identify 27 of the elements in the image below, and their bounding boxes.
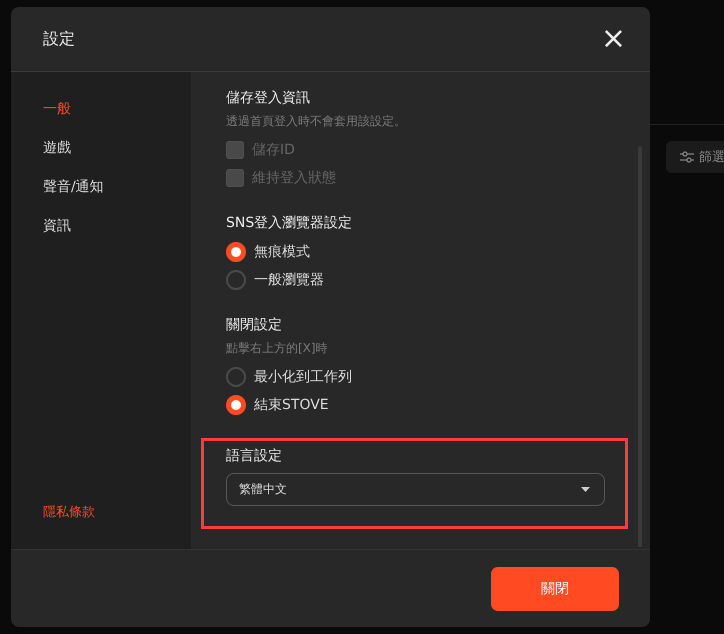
sidebar-item[interactable]: 一般	[43, 92, 191, 126]
privacy-link[interactable]: 隱私條款	[43, 503, 191, 521]
section-title: 儲存登入資訊	[226, 89, 311, 107]
section-note: 點擊右上方的[X]時	[226, 340, 329, 357]
section-note: 透過首頁登入時不會套用該設定。	[226, 113, 407, 130]
sliders-icon	[680, 151, 694, 163]
language-dropdown[interactable]: 繁體中文	[226, 473, 605, 506]
dialog-title: 設定	[43, 28, 75, 50]
filter-button[interactable]: 篩選	[666, 141, 724, 173]
radio-label: 最小化到工作列	[254, 368, 352, 386]
sidebar-item[interactable]: 資訊	[43, 209, 191, 243]
section-title: 關閉設定	[226, 316, 283, 334]
radio-button[interactable]	[226, 367, 246, 387]
checkbox-label: 維持登入狀態	[252, 169, 336, 187]
caret-icon	[581, 487, 590, 492]
radio-button[interactable]	[226, 270, 246, 290]
close-button[interactable]: ×	[600, 24, 626, 54]
checkbox-label: 儲存ID	[252, 141, 295, 159]
radio-button[interactable]	[226, 395, 246, 415]
radio-label: 無痕模式	[254, 243, 310, 261]
radio-label: 結束STOVE	[254, 396, 329, 414]
sidebar-item[interactable]: 遊戲	[43, 131, 191, 165]
section-title: 語言設定	[226, 447, 283, 465]
section-title: SNS登入瀏覽器設定	[226, 214, 354, 232]
radio-button[interactable]	[226, 242, 246, 262]
radio-label: 一般瀏覽器	[254, 271, 324, 289]
sidebar-item[interactable]: 聲音/通知	[43, 170, 191, 204]
